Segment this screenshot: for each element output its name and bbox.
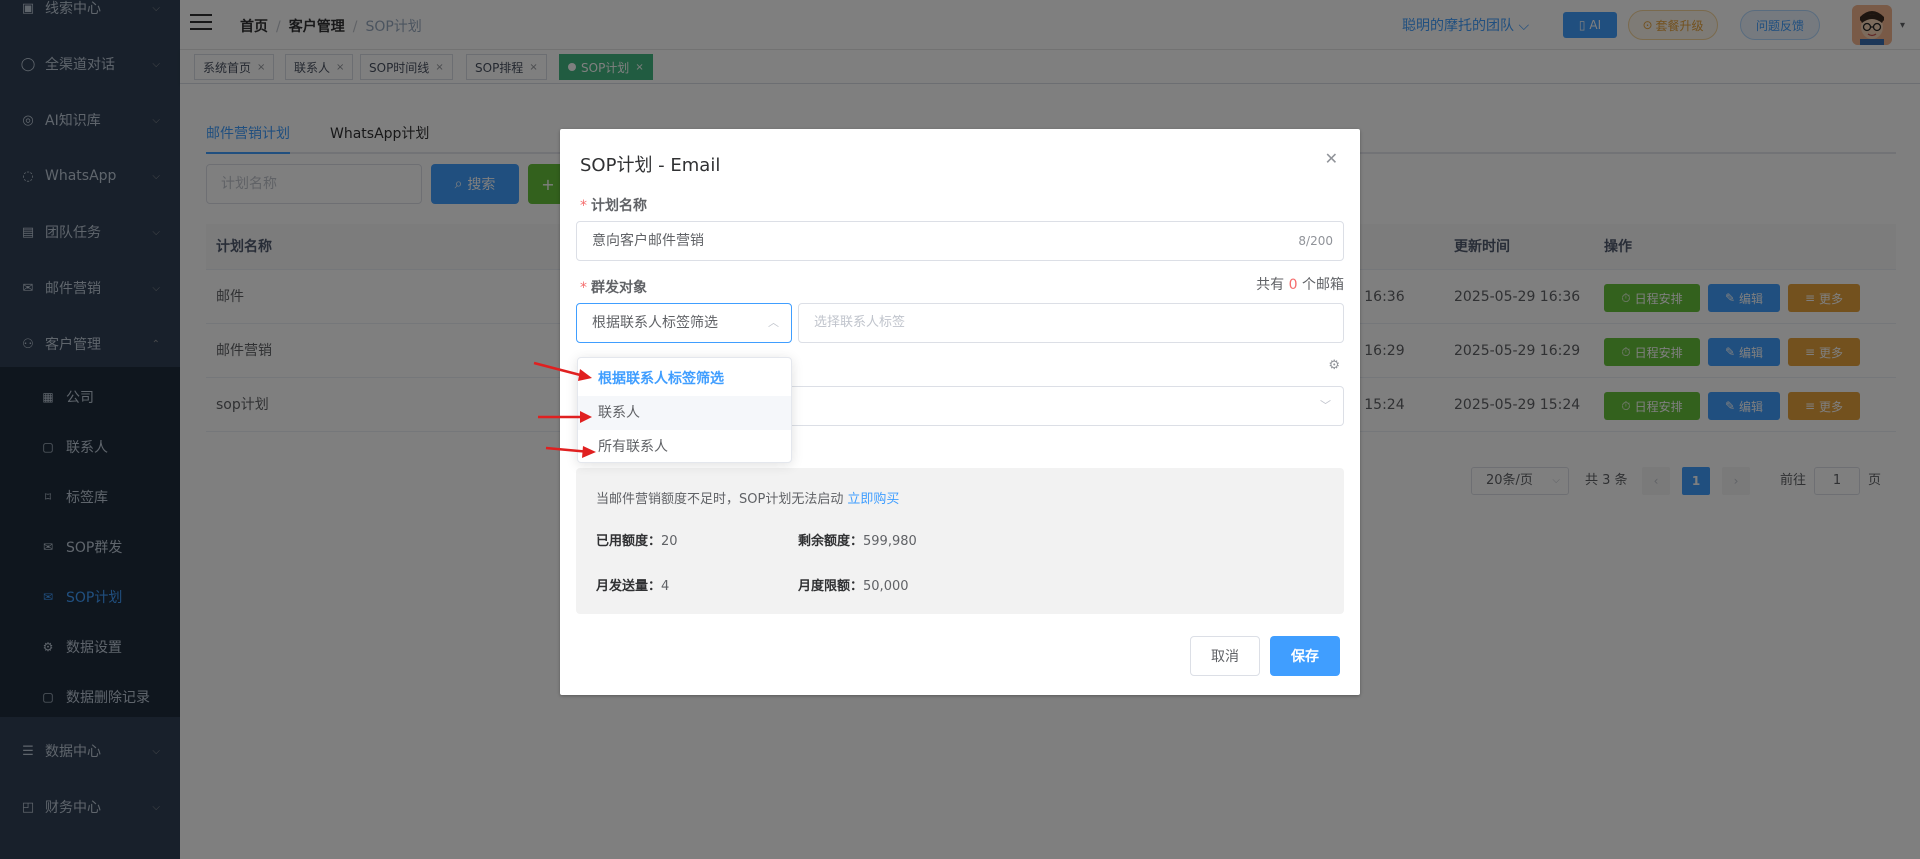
dialog-title: SOP计划 - Email (580, 155, 721, 176)
close-icon[interactable]: ✕ (1325, 149, 1338, 168)
plan-name-label: * 计划名称 (580, 198, 647, 214)
contact-tag-select[interactable]: 选择联系人标签 (798, 303, 1344, 343)
settings-icon[interactable]: ⚙ (1328, 358, 1340, 373)
quota-note: 当邮件营销额度不足时，SOP计划无法启动 立即购买 (596, 492, 900, 507)
option-by-tag[interactable]: 根据联系人标签筛选 (578, 362, 791, 396)
cancel-button[interactable]: 取消 (1190, 636, 1260, 676)
option-contacts[interactable]: 联系人 (578, 396, 791, 430)
annotation-arrows (533, 361, 596, 458)
target-label: * 群发对象 (580, 280, 647, 296)
chevron-up-icon: ︿ (768, 316, 779, 329)
email-count: 共有 0 个邮箱 (1256, 277, 1344, 293)
quota-info-box: 当邮件营销额度不足时，SOP计划无法启动 立即购买 已用额度：20 剩余额度：59… (576, 468, 1344, 614)
plan-name-input[interactable]: 意向客户邮件营销 8/200 (576, 221, 1344, 261)
monthly-sent: 月发送量：4 (596, 579, 670, 594)
target-type-select[interactable]: 根据联系人标签筛选 ︿ (576, 303, 792, 343)
template-select[interactable]: ﹀ (784, 386, 1344, 426)
target-type-dropdown: 根据联系人标签筛选 联系人 所有联系人 (577, 357, 792, 463)
save-button[interactable]: 保存 (1270, 636, 1340, 676)
remaining-quota: 剩余额度：599,980 (798, 534, 917, 549)
chevron-down-icon: ﹀ (1320, 399, 1331, 412)
monthly-limit: 月度限额：50,000 (798, 579, 909, 594)
option-all-contacts[interactable]: 所有联系人 (578, 430, 791, 464)
buy-now-link[interactable]: 立即购买 (847, 492, 899, 507)
char-counter: 8/200 (1298, 234, 1333, 248)
used-quota: 已用额度：20 (596, 534, 678, 549)
